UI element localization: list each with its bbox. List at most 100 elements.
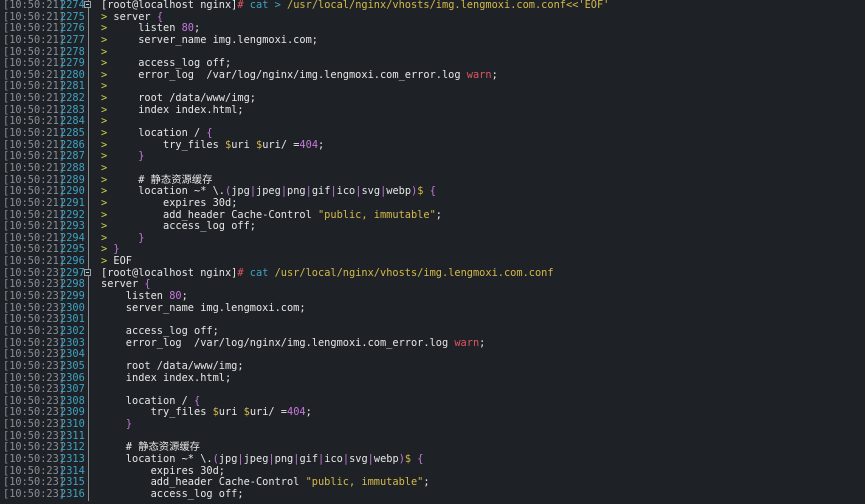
line-number: 2291 [60, 196, 85, 209]
code-token: > [101, 231, 139, 244]
fold-guide [88, 58, 89, 70]
code-token: location / [101, 394, 194, 407]
fold-guide [88, 384, 89, 396]
code-token: uri [231, 138, 257, 151]
code-token: 80 [181, 22, 195, 35]
fold-guide [88, 430, 89, 443]
line-text: > error_log /var/log/nginx/img.lengmoxi.… [101, 68, 498, 82]
code-token: [root@localhost nginx] [101, 266, 238, 279]
code-token: jpeg [256, 185, 281, 198]
line-timestamp: [10:50:21] [3, 196, 65, 209]
fold-guide [88, 256, 89, 268]
terminal-line: [10:50:21] 2280 > error_log /var/log/nginx… [0, 68, 865, 82]
collapse-icon[interactable] [84, 1, 91, 8]
code-token: /usr/local/nginx/vhosts/img.lengmoxi.com… [274, 266, 554, 279]
fold-guide [88, 360, 89, 373]
code-token: index index.html; [101, 371, 232, 384]
line-number: 2305 [60, 359, 85, 372]
code-token: index index.html; [138, 103, 244, 116]
code-token: > [101, 208, 163, 221]
fold-guide [88, 34, 89, 47]
fold-guide [88, 186, 89, 198]
code-token: > [101, 255, 114, 268]
code-token: server_name img.lengmoxi.com; [138, 33, 318, 46]
code-token: } [113, 243, 120, 256]
line-number: 2313 [60, 452, 85, 465]
code-token: } [138, 150, 145, 163]
code-token: try_files [163, 138, 225, 151]
terminal-line: [10:50:21] 2287 > } [0, 151, 865, 163]
code-token: > [101, 68, 139, 81]
fold-guide [88, 314, 89, 326]
code-token: 404 [299, 138, 319, 151]
line-number: 2277 [60, 33, 85, 46]
line-text: server_name img.lengmoxi.com; [101, 302, 306, 315]
line-text: try_files $uri $uri/ =404; [101, 407, 312, 419]
code-token: ico [324, 452, 343, 465]
line-number: 2285 [60, 127, 85, 140]
collapse-icon[interactable] [84, 268, 91, 276]
fold-guide [88, 442, 89, 454]
line-text: > } [101, 151, 144, 163]
code-token: > [101, 127, 139, 140]
code-token: access_log off; [101, 487, 244, 500]
fold-guide [88, 395, 89, 408]
code-token: > [101, 57, 139, 70]
fold-guide [88, 477, 89, 489]
fold-guide [88, 128, 89, 140]
line-timestamp: [10:50:23] [3, 290, 65, 303]
fold-guide [88, 302, 89, 315]
fold-guide [88, 11, 89, 24]
line-timestamp: [10:50:23] [3, 324, 65, 337]
code-token: } [138, 231, 145, 244]
code-token: gif [299, 452, 319, 465]
fold-guide [88, 325, 89, 338]
terminal-line: [10:50:21] 2277 > server_name img.lengmoxi… [0, 33, 865, 47]
code-token: server [101, 278, 145, 291]
fold-guide [88, 81, 89, 94]
line-text: > index index.html; [101, 103, 244, 117]
code-token: > [101, 150, 139, 163]
code-token: ; [435, 208, 442, 221]
line-number: 2274 [60, 0, 85, 11]
code-token: /usr/local/nginx/vhosts/img.lengmoxi.com… [287, 0, 610, 11]
code-token: { [417, 452, 424, 465]
code-token: uri [218, 406, 244, 419]
code-token: > [101, 22, 139, 35]
code-token: # [237, 266, 250, 279]
terminal-line: [10:50:23] 2310 } [0, 418, 865, 431]
terminal-line: [10:50:23] 2303 error_log /var/log/nginx/… [0, 336, 865, 350]
terminal-output[interactable]: [10:50:21] 2274 [root@localhost nginx]# ca… [0, 0, 865, 504]
fold-guide [88, 453, 89, 466]
fold-guide [88, 337, 89, 350]
line-text: [root@localhost nginx]# cat /usr/local/n… [101, 266, 554, 280]
fold-guide [88, 349, 89, 361]
fold-guide [88, 162, 89, 175]
code-token: add_header Cache-Control [163, 208, 318, 221]
code-token: try_files [101, 406, 213, 419]
code-token: root /data/www/img; [138, 92, 256, 105]
code-token: > [101, 220, 163, 233]
code-token: ; [479, 336, 486, 349]
fold-guide [88, 197, 89, 210]
line-timestamp: [10:50:21] [3, 0, 65, 11]
code-token: access_log off; [163, 220, 256, 233]
code-token: > [101, 185, 139, 198]
code-token: > [101, 243, 114, 256]
code-token: { [206, 127, 213, 140]
fold-guide [88, 116, 89, 129]
terminal-line: [10:50:23] 2306 index index.html; [0, 371, 865, 385]
code-token: > [101, 80, 108, 93]
terminal-line: [10:50:23] 2300 server_name img.lengmoxi.… [0, 302, 865, 315]
code-token: [root@localhost nginx] [101, 0, 238, 11]
fold-guide [88, 46, 89, 59]
fold-guide [88, 151, 89, 163]
code-token: > [101, 115, 108, 128]
line-text: index index.html; [101, 371, 232, 385]
code-token: > [101, 92, 139, 105]
code-token: # [237, 0, 250, 11]
code-token: # 静态资源缓存 [138, 173, 213, 186]
code-token: > [101, 33, 139, 46]
code-token: 80 [169, 290, 182, 303]
code-token: > [101, 45, 108, 58]
